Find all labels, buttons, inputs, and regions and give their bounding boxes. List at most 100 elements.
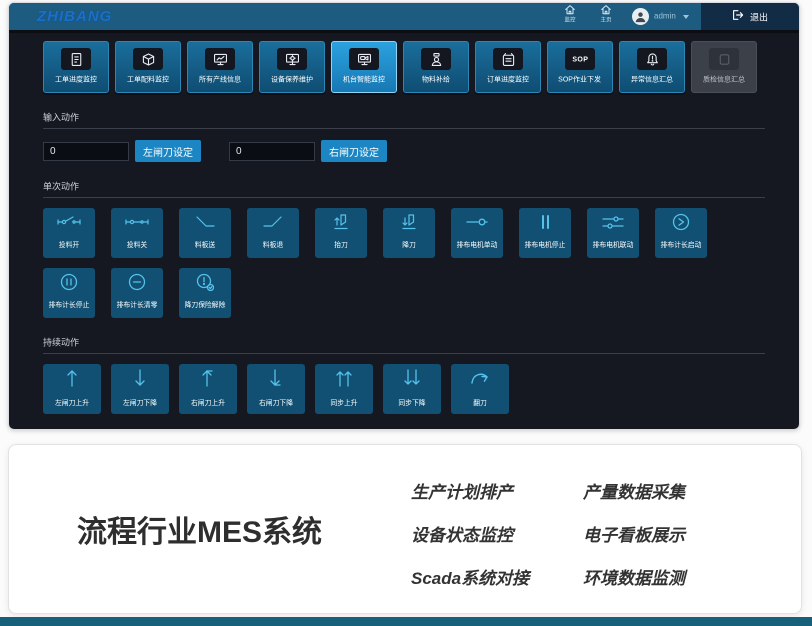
action-counter-reset[interactable]: 排布计长清零 bbox=[111, 268, 163, 318]
action-feed-close[interactable]: 投料关 bbox=[111, 208, 163, 258]
action-plate-forward[interactable]: 料板送 bbox=[179, 208, 231, 258]
action-label: 投料关 bbox=[127, 239, 147, 249]
feature-list: 生产计划排产 产量数据采集 设备状态监控 电子看板展示 Scada系统对接 环境… bbox=[411, 469, 755, 598]
knife-down-icon bbox=[396, 212, 422, 237]
alert-bell-icon bbox=[637, 48, 667, 70]
feature-item: 环境数据监测 bbox=[583, 564, 755, 589]
promo-title: 流程行业MES系统 bbox=[77, 507, 322, 551]
action-label: 排布电机单动 bbox=[457, 239, 498, 249]
switch-open-icon bbox=[56, 212, 82, 237]
right-gate-set-button[interactable]: 右闸刀设定 bbox=[321, 140, 387, 162]
action-label: 排布计长清零 bbox=[117, 299, 158, 309]
module-equipment-maintenance[interactable]: 设备保养维护 bbox=[259, 41, 325, 93]
module-material-supply[interactable]: 物料补给 bbox=[403, 41, 469, 93]
material-supply-icon bbox=[421, 48, 451, 70]
action-left-gate-down[interactable]: 左闸刀下降 bbox=[111, 364, 169, 414]
action-feed-open[interactable]: 投料开 bbox=[43, 208, 95, 258]
action-label: 右闸刀上升 bbox=[191, 397, 225, 407]
section-divider bbox=[43, 128, 765, 129]
single-actions-row-2: 排布计长停止 排布计长清零 降刀保险解除 bbox=[43, 268, 765, 318]
action-right-gate-down[interactable]: 右闸刀下降 bbox=[247, 364, 305, 414]
continuous-actions-title: 持续动作 bbox=[43, 335, 693, 349]
curved-arrow-icon bbox=[468, 366, 492, 395]
action-label: 抬刀 bbox=[334, 239, 348, 249]
module-label: 工单配料监控 bbox=[127, 73, 169, 84]
arrow-down-tick-icon bbox=[264, 366, 288, 395]
feature-item: 电子看板展示 bbox=[583, 521, 755, 546]
counter-start-icon bbox=[668, 212, 694, 237]
action-label: 排布计长停止 bbox=[49, 299, 90, 309]
section-divider bbox=[43, 197, 765, 198]
nav-home-label: 主页 bbox=[600, 15, 611, 23]
right-gate-value-input[interactable] bbox=[229, 142, 315, 161]
plate-back-icon bbox=[260, 212, 286, 237]
motor-stop-icon bbox=[532, 212, 558, 237]
safety-release-icon bbox=[192, 272, 218, 297]
module-label: 工单进度监控 bbox=[55, 73, 97, 84]
action-counter-start[interactable]: 排布计长启动 bbox=[655, 208, 707, 258]
feature-item: 设备状态监控 bbox=[411, 521, 583, 546]
module-machine-smart-monitor[interactable]: 机台智能监控 bbox=[331, 41, 397, 93]
action-counter-pause[interactable]: 排布计长停止 bbox=[43, 268, 95, 318]
action-safety-release[interactable]: 降刀保险解除 bbox=[179, 268, 231, 318]
footer-bar bbox=[0, 617, 812, 626]
module-label: 设备保养维护 bbox=[271, 73, 313, 84]
motor-jog-icon bbox=[464, 212, 490, 237]
input-actions-row: 左闸刀设定 右闸刀设定 bbox=[43, 140, 765, 162]
right-gate-input-group: 右闸刀设定 bbox=[229, 140, 387, 162]
module-production-lines[interactable]: 所有产线信息 bbox=[187, 41, 253, 93]
action-label: 同步下降 bbox=[398, 397, 425, 407]
action-label: 投料开 bbox=[59, 239, 79, 249]
work-order-progress-icon bbox=[61, 48, 91, 70]
double-arrow-up-icon bbox=[332, 366, 356, 395]
section-divider bbox=[43, 353, 765, 354]
module-order-progress[interactable]: 订单进度监控 bbox=[475, 41, 541, 93]
module-abnormal-info[interactable]: 异常信息汇总 bbox=[619, 41, 685, 93]
module-label: 订单进度监控 bbox=[487, 73, 529, 84]
action-motor-stop[interactable]: 排布电机停止 bbox=[519, 208, 571, 258]
mes-app-window: ZHIBANG 监控 主页 admin bbox=[8, 2, 800, 430]
nav-monitor[interactable]: 监控 bbox=[552, 3, 588, 30]
module-label: 物料补给 bbox=[422, 73, 450, 84]
module-label: SOP作业下发 bbox=[559, 73, 602, 84]
action-sync-up[interactable]: 同步上升 bbox=[315, 364, 373, 414]
action-label: 翻刀 bbox=[473, 397, 487, 407]
logout-button[interactable]: 退出 bbox=[701, 3, 799, 30]
plate-forward-icon bbox=[192, 212, 218, 237]
action-right-gate-up[interactable]: 右闸刀上升 bbox=[179, 364, 237, 414]
action-left-gate-up[interactable]: 左闸刀上升 bbox=[43, 364, 101, 414]
action-sync-down[interactable]: 同步下降 bbox=[383, 364, 441, 414]
user-name: admin bbox=[654, 12, 676, 21]
left-gate-set-button[interactable]: 左闸刀设定 bbox=[135, 140, 201, 162]
user-menu[interactable]: admin bbox=[632, 8, 689, 25]
single-actions-title: 单次动作 bbox=[43, 179, 693, 193]
app-body: 工单进度监控 工单配料监控 所有产线信息 设备保养维护 bbox=[9, 41, 799, 414]
knife-up-icon bbox=[328, 212, 354, 237]
continuous-actions-row: 左闸刀上升 左闸刀下降 右闸刀上升 右闸刀下降 bbox=[43, 364, 765, 414]
production-lines-icon bbox=[205, 48, 235, 70]
action-motor-linked[interactable]: 排布电机联动 bbox=[587, 208, 639, 258]
action-label: 左闸刀下降 bbox=[123, 397, 157, 407]
action-label: 排布计长启动 bbox=[661, 239, 702, 249]
arrow-up-tick-icon bbox=[196, 366, 220, 395]
left-gate-input-group: 左闸刀设定 bbox=[43, 140, 201, 162]
module-work-order-material[interactable]: 工单配料监控 bbox=[115, 41, 181, 93]
action-label: 料板送 bbox=[195, 239, 215, 249]
machine-smart-monitor-icon bbox=[349, 48, 379, 70]
counter-pause-icon bbox=[56, 272, 82, 297]
action-flip-knife[interactable]: 翻刀 bbox=[451, 364, 509, 414]
logout-label: 退出 bbox=[750, 10, 768, 24]
action-knife-up[interactable]: 抬刀 bbox=[315, 208, 367, 258]
action-knife-down[interactable]: 降刀 bbox=[383, 208, 435, 258]
module-sop[interactable]: SOP SOP作业下发 bbox=[547, 41, 613, 93]
avatar-icon bbox=[632, 8, 649, 25]
motor-linked-icon bbox=[600, 212, 626, 237]
double-arrow-down-icon bbox=[400, 366, 424, 395]
module-work-order-progress[interactable]: 工单进度监控 bbox=[43, 41, 109, 93]
single-actions-row-1: 投料开 投料关 料板送 料板退 bbox=[43, 208, 765, 258]
module-quality-check[interactable]: 质检信息汇总 bbox=[691, 41, 757, 93]
nav-home[interactable]: 主页 bbox=[588, 3, 624, 30]
action-motor-jog[interactable]: 排布电机单动 bbox=[451, 208, 503, 258]
action-plate-back[interactable]: 料板退 bbox=[247, 208, 299, 258]
left-gate-value-input[interactable] bbox=[43, 142, 129, 161]
